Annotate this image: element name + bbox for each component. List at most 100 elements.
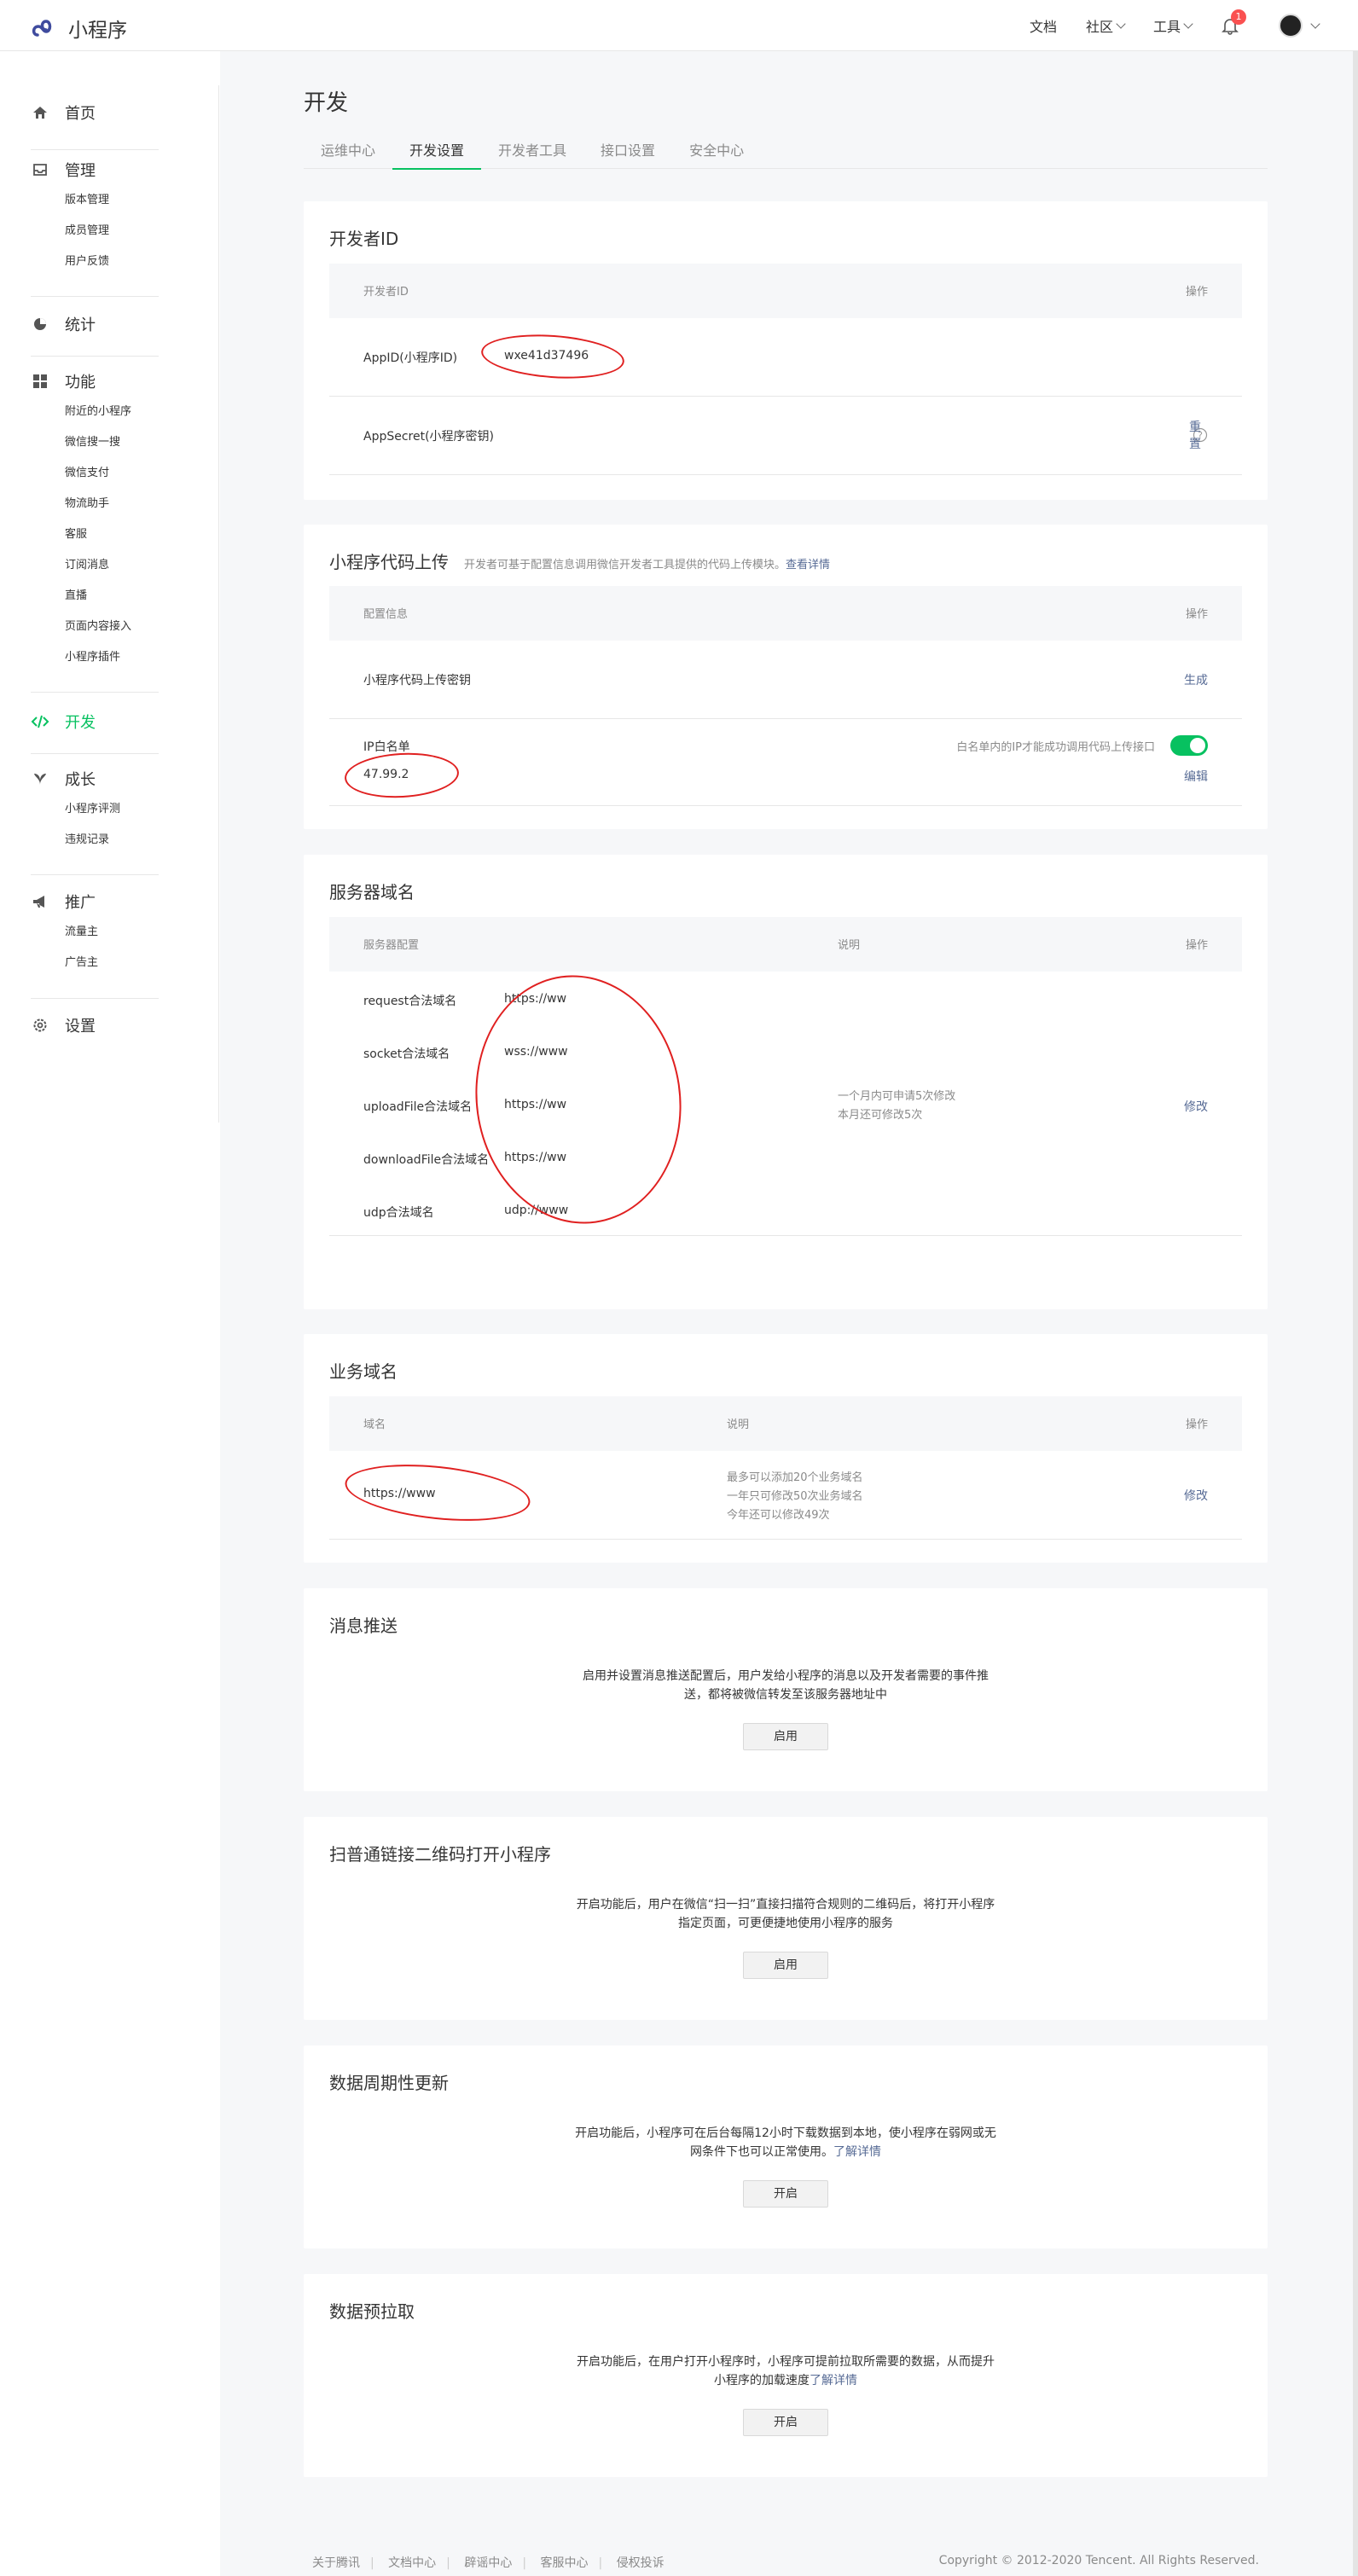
footer-link-rumor[interactable]: 辟谣中心 bbox=[464, 2556, 512, 2570]
sidebar-group-dev: 开发 bbox=[31, 706, 96, 737]
sidebar-item-settings[interactable]: 设置 bbox=[31, 1010, 96, 1041]
column-header: 操作 bbox=[1185, 608, 1208, 621]
avatar bbox=[1279, 14, 1303, 38]
sidebar-item-service[interactable]: 客服 bbox=[31, 519, 131, 550]
sidebar-item-version[interactable]: 版本管理 bbox=[31, 185, 109, 216]
logo[interactable]: 小程序 bbox=[31, 14, 127, 43]
community-menu[interactable]: 社区 bbox=[1086, 15, 1126, 36]
tab-dev-tools[interactable]: 开发者工具 bbox=[481, 136, 583, 169]
sidebar-item-stats[interactable]: 统计 bbox=[31, 309, 96, 339]
sidebar-item-live[interactable]: 直播 bbox=[31, 581, 131, 612]
sidebar-item-search[interactable]: 微信搜一搜 bbox=[31, 427, 131, 458]
sidebar: 首页 管理 版本管理 成员管理 用户反馈 统计 功能 附近的小程序 微信搜一搜 … bbox=[0, 51, 220, 2576]
tab-security[interactable]: 安全中心 bbox=[672, 136, 761, 169]
sidebar-item-manage[interactable]: 管理 bbox=[31, 154, 109, 185]
chevron-down-icon bbox=[1310, 19, 1320, 29]
sidebar-item-pay[interactable]: 微信支付 bbox=[31, 458, 131, 489]
sidebar-item-evaluation[interactable]: 小程序评测 bbox=[31, 794, 120, 825]
card-title: 数据预拉取 bbox=[329, 2298, 415, 2323]
sidebar-group-stats: 统计 bbox=[31, 309, 96, 339]
sidebar-item-logistics[interactable]: 物流助手 bbox=[31, 489, 131, 519]
card-title-text: 扫普通链接二维码打开小程序 bbox=[329, 1844, 551, 1865]
column-header: 说明 bbox=[727, 1419, 750, 1431]
enable-periodic-update-button[interactable]: 开启 bbox=[743, 2180, 828, 2208]
code-upload-card: 小程序代码上传 开发者可基于配置信息调用微信开发者工具提供的代码上传模块。查看详… bbox=[304, 525, 1268, 829]
tab-dev-settings[interactable]: 开发设置 bbox=[392, 136, 482, 170]
footer-link-complaint[interactable]: 侵权投诉 bbox=[617, 2556, 664, 2570]
appsecret-label: AppSecret(小程序密钥) bbox=[363, 430, 495, 444]
card-subtitle: 开发者可基于配置信息调用微信开发者工具提供的代码上传模块。查看详情 bbox=[464, 555, 830, 571]
server-domain-card: 服务器域名 服务器配置 说明 操作 request合法域名 https://ww… bbox=[304, 855, 1268, 1309]
docs-label: 文档 bbox=[1029, 19, 1057, 35]
sidebar-item-promo[interactable]: 推广 bbox=[31, 886, 98, 917]
upload-key-label: 小程序代码上传密钥 bbox=[363, 674, 471, 688]
page-scrollbar[interactable] bbox=[1353, 51, 1358, 2576]
table-row: https://www 最多可以添加20个业务域名 一年只可修改50次业务域名 … bbox=[329, 1451, 1242, 1540]
domain-remaining-text: 本月还可修改5次 bbox=[838, 1109, 923, 1122]
udp-domain-label: udp合法域名 bbox=[363, 1206, 434, 1220]
periodic-update-desc: 开启功能后，小程序可在后台每隔12小时下载数据到本地，使小程序在弱网或无 网条件… bbox=[304, 2124, 1268, 2161]
desc-line: 送，都将被微信转发至该服务器地址中 bbox=[684, 1688, 887, 1702]
enable-message-push-button[interactable]: 启用 bbox=[743, 1723, 828, 1750]
tools-label: 工具 bbox=[1152, 19, 1181, 35]
modify-server-domain-button[interactable]: 修改 bbox=[1184, 1098, 1208, 1115]
ip-whitelist-toggle[interactable] bbox=[1170, 735, 1208, 756]
modify-business-domain-button[interactable]: 修改 bbox=[1184, 1487, 1208, 1504]
sidebar-item-plugin[interactable]: 小程序插件 bbox=[31, 642, 131, 673]
desc-text: 网条件下也可以正常使用。 bbox=[690, 2145, 833, 2159]
enable-prefetch-button[interactable]: 开启 bbox=[743, 2409, 828, 2436]
sidebar-item-subscribe[interactable]: 订阅消息 bbox=[31, 550, 131, 581]
sidebar-item-members[interactable]: 成员管理 bbox=[31, 216, 109, 247]
footer: 关于腾讯 | 文档中心 | 辟谣中心 | 客服中心 | 侵权投诉 Copyright ©… bbox=[312, 2554, 1259, 2571]
card-title-text: 服务器域名 bbox=[329, 882, 415, 902]
table-header: 服务器配置 说明 操作 bbox=[329, 917, 1242, 972]
sidebar-separator bbox=[31, 692, 159, 693]
sidebar-item-dev[interactable]: 开发 bbox=[31, 706, 96, 737]
sidebar-item-nearby[interactable]: 附近的小程序 bbox=[31, 397, 131, 427]
ip-whitelist-hint: 白名单内的IP才能成功调用代码上传接口 bbox=[956, 741, 1155, 754]
sidebar-item-content[interactable]: 页面内容接入 bbox=[31, 612, 131, 642]
view-details-link[interactable]: 查看详情 bbox=[786, 559, 830, 571]
app-name: 小程序 bbox=[68, 20, 127, 42]
tab-ops[interactable]: 运维中心 bbox=[304, 136, 392, 169]
sidebar-item-growth[interactable]: 成长 bbox=[31, 763, 120, 794]
message-push-desc: 启用并设置消息推送配置后，用户发给小程序的消息以及开发者需要的事件推 送，都将被… bbox=[304, 1667, 1268, 1704]
edit-ip-button[interactable]: 编辑 bbox=[1184, 768, 1208, 785]
sidebar-group-promo: 推广 流量主 广告主 bbox=[31, 886, 98, 978]
generate-key-button[interactable]: 生成 bbox=[1184, 671, 1208, 688]
sidebar-item-home[interactable]: 首页 bbox=[31, 97, 96, 128]
qr-link-card: 扫普通链接二维码打开小程序 开启功能后，用户在微信“扫一扫”直接扫描符合规则的二… bbox=[304, 1817, 1268, 2020]
column-header: 域名 bbox=[363, 1419, 386, 1431]
tab-bar: 运维中心 开发设置 开发者工具 接口设置 安全中心 bbox=[304, 136, 1268, 170]
page-title: 开发 bbox=[304, 90, 349, 116]
red-annotation bbox=[459, 961, 698, 1238]
sidebar-item-violations[interactable]: 违规记录 bbox=[31, 825, 120, 856]
sidebar-item-features[interactable]: 功能 bbox=[31, 366, 131, 397]
sidebar-label: 功能 bbox=[65, 374, 96, 392]
notification-button[interactable]: 1 bbox=[1221, 9, 1246, 35]
card-subtitle-text: 开发者可基于配置信息调用微信开发者工具提供的代码上传模块。 bbox=[464, 559, 786, 571]
learn-more-link[interactable]: 了解详情 bbox=[810, 2374, 857, 2387]
socket-domain-label: socket合法域名 bbox=[363, 1047, 450, 1061]
card-title-text: 消息推送 bbox=[329, 1616, 398, 1636]
home-icon bbox=[31, 103, 49, 122]
reset-secret-button[interactable]: 重置 ? bbox=[1189, 421, 1208, 451]
enable-qr-link-button[interactable]: 启用 bbox=[743, 1952, 828, 1979]
sidebar-item-advertiser[interactable]: 广告主 bbox=[31, 948, 98, 978]
developer-id-card: 开发者ID 开发者ID 操作 AppID(小程序ID) wxe41d37496 … bbox=[304, 201, 1268, 500]
leaf-icon bbox=[31, 769, 49, 788]
docs-link[interactable]: 文档 bbox=[1030, 15, 1057, 36]
user-menu[interactable] bbox=[1279, 14, 1320, 38]
sidebar-label: 设置 bbox=[65, 1018, 96, 1036]
sidebar-item-traffic[interactable]: 流量主 bbox=[31, 917, 98, 948]
learn-more-link[interactable]: 了解详情 bbox=[833, 2145, 881, 2159]
sidebar-group-growth: 成长 小程序评测 违规记录 bbox=[31, 763, 120, 856]
footer-link-docs[interactable]: 文档中心 bbox=[388, 2556, 436, 2570]
tab-api-settings[interactable]: 接口设置 bbox=[583, 136, 672, 169]
card-title-text: 数据预拉取 bbox=[329, 2301, 415, 2322]
sidebar-item-feedback[interactable]: 用户反馈 bbox=[31, 247, 109, 277]
footer-link-service[interactable]: 客服中心 bbox=[541, 2556, 589, 2570]
top-bar: 小程序 文档 社区 工具 1 bbox=[0, 0, 1358, 51]
tools-menu[interactable]: 工具 bbox=[1152, 15, 1193, 36]
footer-link-about[interactable]: 关于腾讯 bbox=[312, 2556, 360, 2570]
